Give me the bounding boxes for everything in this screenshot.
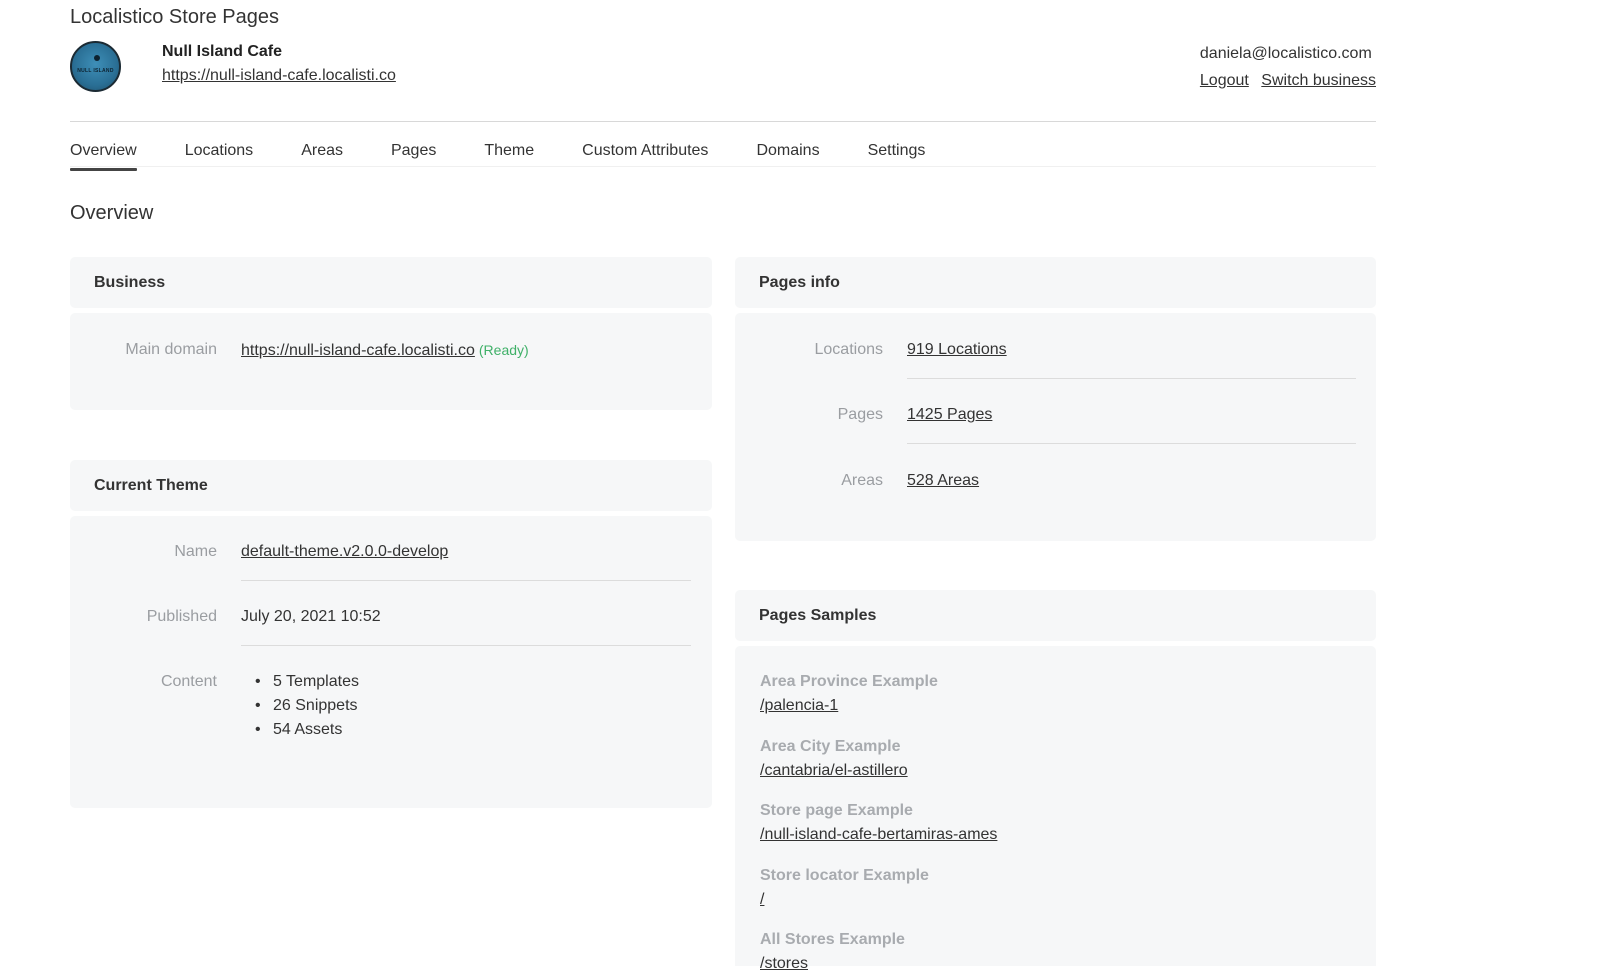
- areas-link[interactable]: 528 Areas: [907, 472, 979, 489]
- sample-label: Area Province Example: [760, 673, 938, 690]
- switch-business-link[interactable]: Switch business: [1261, 72, 1376, 89]
- list-item: 5 Templates: [241, 670, 359, 694]
- pages-samples-card-header: Pages Samples: [735, 590, 1376, 641]
- theme-published-row: Published July 20, 2021 10:52: [70, 607, 381, 627]
- pages-row: Pages 1425 Pages: [735, 405, 993, 425]
- sample-label: Area City Example: [760, 738, 901, 755]
- pages-info-card-title: Pages info: [759, 273, 840, 291]
- business-header: NULL ISLAND Null Island Cafe https://nul…: [70, 41, 396, 92]
- business-card-body: [70, 313, 712, 410]
- business-card-header: Business: [70, 257, 712, 308]
- locations-link[interactable]: 919 Locations: [907, 341, 1007, 358]
- theme-card-header: Current Theme: [70, 460, 712, 511]
- main-domain-label: Main domain: [125, 341, 217, 358]
- theme-content-row: Content 5 Templates 26 Snippets 54 Asset…: [70, 670, 359, 742]
- locations-label: Locations: [814, 341, 884, 358]
- theme-card-title: Current Theme: [94, 476, 208, 494]
- business-url-link[interactable]: https://null-island-cafe.localisti.co: [162, 66, 396, 86]
- sample-link[interactable]: /cantabria/el-astillero: [760, 761, 908, 781]
- pages-samples-card-title: Pages Samples: [759, 606, 877, 624]
- logout-link[interactable]: Logout: [1200, 72, 1249, 89]
- app-title: Localistico Store Pages: [70, 6, 280, 28]
- business-logo: NULL ISLAND: [70, 41, 121, 92]
- sample-label: Store page Example: [760, 802, 913, 819]
- theme-name-row: Name default-theme.v2.0.0-develop: [70, 542, 448, 562]
- areas-label: Areas: [841, 472, 883, 489]
- page-title: Overview: [70, 202, 154, 224]
- domain-status-badge: (Ready): [478, 342, 529, 358]
- tab-areas[interactable]: Areas: [301, 141, 343, 167]
- account-email: daniela@localistico.com: [1199, 45, 1372, 62]
- row-divider: [241, 645, 691, 646]
- list-item: 54 Assets: [241, 718, 359, 742]
- sample-item: Area Province Example /palencia-1: [760, 672, 938, 716]
- main-domain-row: Main domain https://null-island-cafe.loc…: [70, 340, 529, 361]
- pages-link[interactable]: 1425 Pages: [907, 406, 992, 423]
- business-name: Null Island Cafe: [162, 43, 283, 60]
- theme-published-label: Published: [146, 608, 217, 625]
- account-panel: daniela@localistico.com Logout Switch bu…: [1200, 44, 1376, 90]
- logo-text: NULL ISLAND: [77, 67, 114, 74]
- sample-label: All Stores Example: [760, 931, 905, 948]
- sample-link[interactable]: /palencia-1: [760, 696, 838, 716]
- business-info: Null Island Cafe https://null-island-caf…: [162, 41, 396, 86]
- logo-pin-icon: [94, 55, 100, 61]
- sample-link[interactable]: /: [760, 890, 764, 910]
- sample-item: Area City Example /cantabria/el-astiller…: [760, 737, 908, 781]
- sample-link[interactable]: /stores: [760, 954, 808, 974]
- row-divider: [241, 580, 691, 581]
- tab-overview[interactable]: Overview: [70, 141, 137, 171]
- locations-row: Locations 919 Locations: [735, 340, 1007, 360]
- business-card-title: Business: [94, 273, 166, 291]
- sample-item: All Stores Example /stores: [760, 930, 905, 974]
- theme-name-label: Name: [174, 543, 217, 560]
- theme-content-label: Content: [160, 673, 217, 690]
- header-divider: [70, 121, 1376, 122]
- account-links: Logout Switch business: [1200, 72, 1376, 90]
- theme-published-value: July 20, 2021 10:52: [241, 608, 381, 625]
- tab-pages[interactable]: Pages: [391, 141, 436, 167]
- areas-row: Areas 528 Areas: [735, 471, 979, 491]
- list-item: 26 Snippets: [241, 694, 359, 718]
- theme-content-list: 5 Templates 26 Snippets 54 Assets: [241, 670, 359, 742]
- main-domain-link[interactable]: https://null-island-cafe.localisti.co: [241, 342, 475, 359]
- theme-name-link[interactable]: default-theme.v2.0.0-develop: [241, 543, 448, 560]
- tab-theme[interactable]: Theme: [484, 141, 534, 167]
- tab-locations[interactable]: Locations: [185, 141, 254, 167]
- row-divider: [907, 378, 1356, 379]
- tab-domains[interactable]: Domains: [756, 141, 819, 167]
- sample-item: Store page Example /null-island-cafe-ber…: [760, 801, 997, 845]
- tab-settings[interactable]: Settings: [868, 141, 926, 167]
- main-tabs: Overview Locations Areas Pages Theme Cus…: [70, 141, 973, 171]
- sample-label: Store locator Example: [760, 867, 929, 884]
- pages-label: Pages: [837, 406, 883, 423]
- tab-custom-attributes[interactable]: Custom Attributes: [582, 141, 708, 167]
- row-divider: [907, 443, 1356, 444]
- sample-item: Store locator Example /: [760, 866, 929, 910]
- pages-info-card-header: Pages info: [735, 257, 1376, 308]
- sample-link[interactable]: /null-island-cafe-bertamiras-ames: [760, 825, 997, 845]
- tabs-divider: [70, 166, 1376, 167]
